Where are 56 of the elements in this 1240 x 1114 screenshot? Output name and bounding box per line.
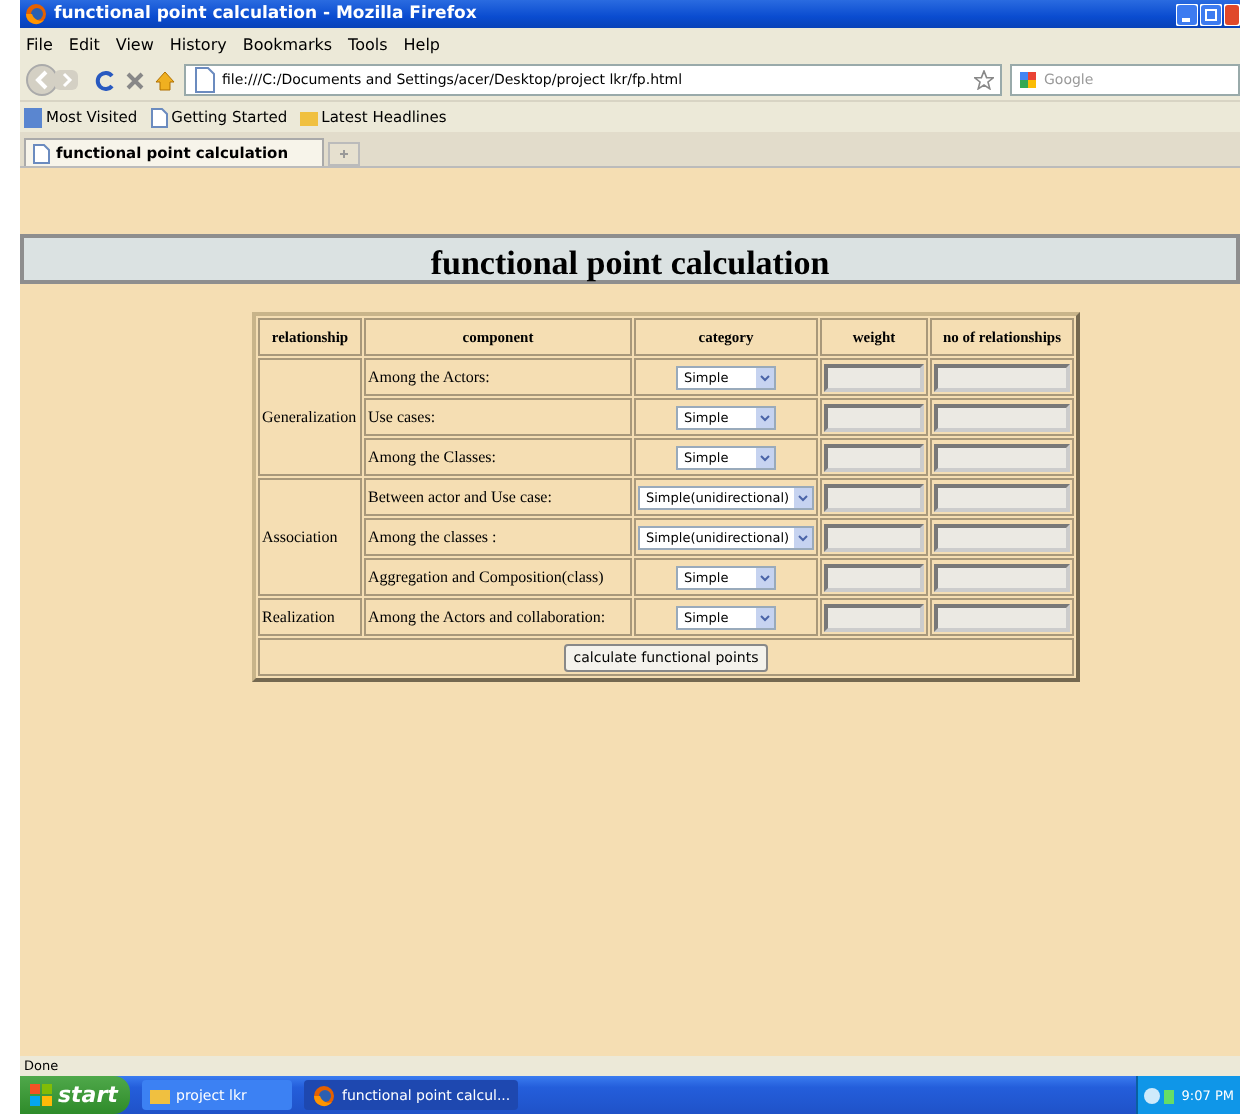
reload-icon[interactable] — [94, 69, 116, 91]
component-cell: Among the Classes: — [364, 438, 632, 476]
relationship-cell: Association — [258, 478, 362, 596]
component-cell: Among the classes : — [364, 518, 632, 556]
windows-logo-icon — [30, 1084, 52, 1106]
component-cell: Between actor and Use case: — [364, 478, 632, 516]
caret-icon — [794, 527, 812, 547]
new-tab-icon[interactable] — [328, 142, 360, 166]
stop-icon[interactable] — [124, 69, 146, 91]
weight-field[interactable] — [824, 563, 924, 591]
minimize-icon[interactable] — [1176, 3, 1198, 25]
start-button[interactable]: start — [20, 1076, 130, 1114]
menu-item[interactable]: Tools — [348, 35, 388, 53]
folder-icon — [150, 1085, 170, 1105]
relationships-count-field[interactable] — [934, 403, 1070, 431]
component-cell: Among the Actors and collaboration: — [364, 598, 632, 636]
firefox-icon — [312, 1083, 336, 1107]
relationship-cell: Generalization — [258, 358, 362, 476]
folder-icon — [299, 107, 318, 127]
network-icon — [1143, 1085, 1176, 1105]
menu-item[interactable]: View — [115, 35, 154, 53]
relationships-count-field[interactable] — [934, 523, 1070, 551]
weight-field[interactable] — [824, 603, 924, 631]
search-engine-icon[interactable] — [1018, 70, 1038, 90]
relationships-count-field[interactable] — [934, 563, 1070, 591]
relationships-count-field[interactable] — [934, 443, 1070, 471]
component-cell: Use cases: — [364, 398, 632, 436]
caret-icon — [756, 367, 774, 387]
home-icon[interactable] — [154, 69, 176, 91]
relationship-cell: Realization — [258, 598, 362, 636]
caret-icon — [756, 607, 774, 627]
menu-item[interactable]: File — [26, 35, 53, 53]
firefox-icon — [24, 2, 48, 26]
relationships-count-field[interactable] — [934, 363, 1070, 391]
page-heading: functional point calculation — [20, 234, 1240, 284]
weight-field[interactable] — [824, 403, 924, 431]
window-title: functional point calculation - Mozilla Firefox — [54, 4, 479, 24]
weight-field[interactable] — [824, 483, 924, 511]
relationships-count-field[interactable] — [934, 483, 1070, 511]
relationships-count-field[interactable] — [934, 603, 1070, 631]
menu-item[interactable]: Help — [403, 35, 441, 53]
caret-icon — [756, 407, 774, 427]
component-cell: Aggregation and Composition(class) — [364, 558, 632, 596]
weight-field[interactable] — [824, 523, 924, 551]
menu-item[interactable]: History — [169, 35, 227, 53]
component-cell: Among the Actors: — [364, 358, 632, 396]
caret-icon — [794, 487, 812, 507]
menu-item[interactable]: Edit — [68, 35, 100, 53]
close-icon[interactable] — [1224, 3, 1240, 25]
caret-icon — [756, 447, 774, 467]
caret-icon — [756, 567, 774, 587]
star-icon[interactable] — [974, 70, 994, 90]
maximize-icon[interactable] — [1200, 3, 1222, 25]
weight-field[interactable] — [824, 363, 924, 391]
menu-item[interactable]: Bookmarks — [242, 35, 333, 53]
weight-field[interactable] — [824, 443, 924, 471]
